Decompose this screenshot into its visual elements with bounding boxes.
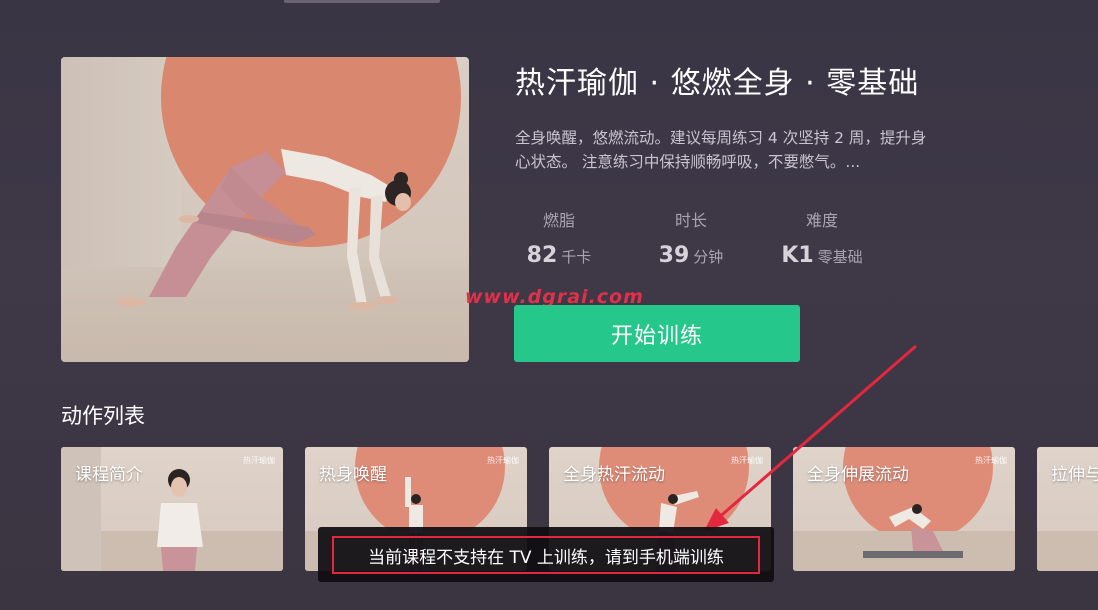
stat-difficulty-unit: 零基础 xyxy=(817,248,863,266)
toast-message: 当前课程不支持在 TV 上训练，请到手机端训练 xyxy=(368,547,724,568)
action-card[interactable]: 热汗瑜伽 全身伸展流动 xyxy=(793,447,1015,571)
action-list-title: 动作列表 xyxy=(61,404,145,428)
stat-calories: 燃脂 82 千卡 xyxy=(499,207,619,268)
brand-tag: 热汗瑜伽 xyxy=(487,456,519,465)
stat-difficulty: 难度 K1 零基础 xyxy=(762,207,882,268)
action-card-label: 课程简介 xyxy=(75,465,143,485)
yoga-pose-illustration xyxy=(117,149,411,310)
brand-tag: 热汗瑜伽 xyxy=(731,456,763,465)
toast-notification: 当前课程不支持在 TV 上训练，请到手机端训练 xyxy=(318,527,774,582)
stat-calories-label: 燃脂 xyxy=(542,211,575,230)
stat-difficulty-label: 难度 xyxy=(805,211,838,230)
toast-highlight-box: 当前课程不支持在 TV 上训练，请到手机端训练 xyxy=(332,536,760,574)
action-card-label: 全身热汗流动 xyxy=(563,465,665,485)
action-card[interactable]: 拉伸与 xyxy=(1037,447,1098,571)
start-training-button[interactable]: 开始训练 xyxy=(514,305,800,362)
stat-difficulty-value: K1 xyxy=(781,243,814,268)
action-card[interactable]: 热汗瑜伽 课程简介 xyxy=(61,447,283,571)
stat-duration-unit: 分钟 xyxy=(693,248,724,266)
action-card-label: 热身唤醒 xyxy=(319,465,387,485)
course-cover-image xyxy=(61,57,469,362)
stat-duration-label: 时长 xyxy=(674,211,707,230)
brand-tag: 热汗瑜伽 xyxy=(975,456,1007,465)
course-description: 全身唤醒，悠燃流动。建议每周练习 4 次坚持 2 周，提升身心状态。 注意练习中… xyxy=(515,129,927,171)
action-card-label: 拉伸与 xyxy=(1051,465,1098,485)
action-card-label: 全身伸展流动 xyxy=(807,465,909,485)
stat-duration-value: 39 xyxy=(658,243,690,268)
brand-tag: 热汗瑜伽 xyxy=(243,456,275,465)
course-title: 热汗瑜伽 · 悠燃全身 · 零基础 xyxy=(515,66,920,101)
top-scroll-indicator xyxy=(284,0,440,3)
stat-calories-value: 82 xyxy=(526,243,558,268)
stat-duration: 时长 39 分钟 xyxy=(631,207,751,268)
stat-calories-unit: 千卡 xyxy=(561,248,592,266)
